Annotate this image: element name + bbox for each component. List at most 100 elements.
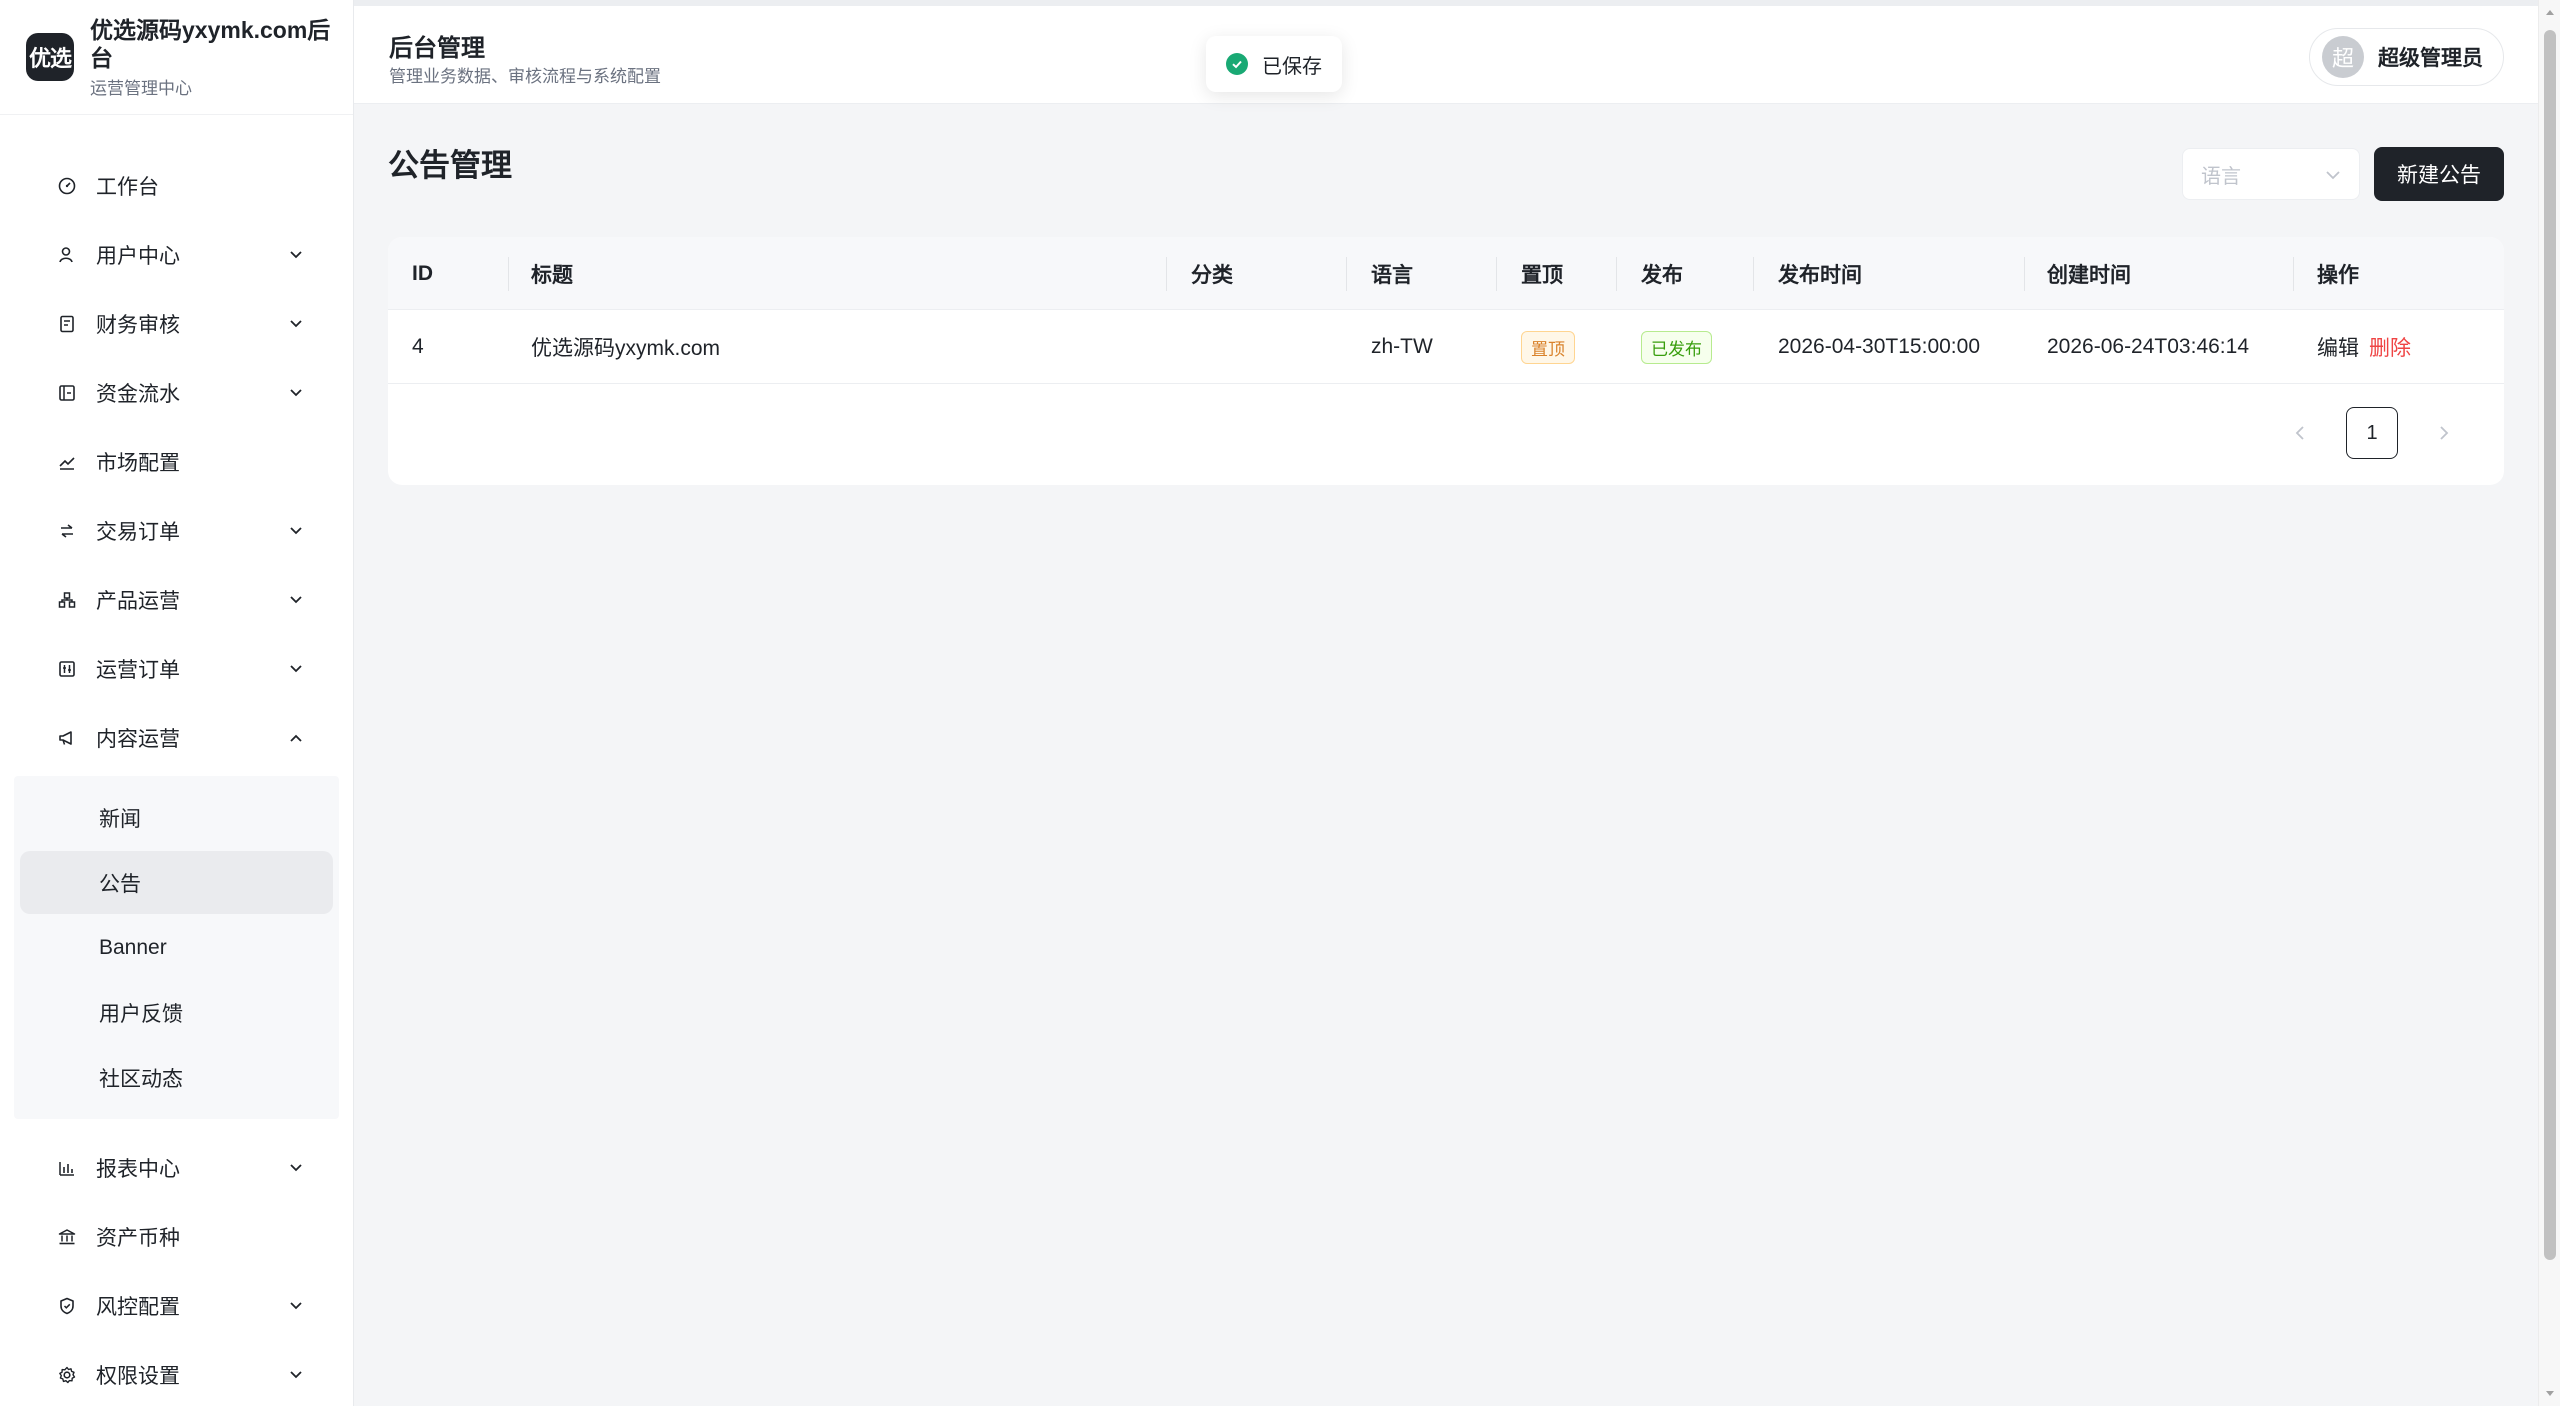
column-divider	[1753, 257, 1754, 291]
wallet-icon	[56, 382, 78, 404]
cell-publish-time: 2026-04-30T15:00:00	[1778, 335, 1980, 358]
sidebar-item-permissions[interactable]: 权限设置	[0, 1340, 353, 1406]
column-header-pinned: 置顶	[1521, 263, 1563, 287]
column-divider	[508, 257, 509, 291]
bar-chart-icon	[56, 1157, 78, 1179]
column-header-category: 分类	[1191, 263, 1233, 287]
language-select-placeholder: 语言	[2201, 165, 2241, 188]
sidebar-item-market-config[interactable]: 市场配置	[0, 427, 353, 496]
content-ops-submenu: 新闻 公告 Banner 用户反馈 社区动态	[14, 776, 339, 1119]
sidebar-item-label: 风控配置	[96, 1295, 180, 1319]
finance-icon	[56, 313, 78, 335]
avatar: 超	[2322, 36, 2364, 78]
sidebar-item-label: 用户中心	[96, 244, 180, 268]
chevron-down-icon	[287, 660, 305, 678]
check-circle-icon	[1226, 53, 1248, 75]
brand-logo: 优选	[26, 33, 74, 81]
sidebar-item-ops-orders[interactable]: 运营订单	[0, 634, 353, 703]
chevron-down-icon	[287, 1159, 305, 1177]
user-menu[interactable]: 超 超级管理员	[2309, 28, 2504, 86]
cell-created-time: 2026-06-24T03:46:14	[2047, 335, 2249, 358]
sidebar-item-reports[interactable]: 报表中心	[0, 1133, 353, 1202]
org-icon	[56, 589, 78, 611]
sidebar-item-fund-flow[interactable]: 资金流水	[0, 358, 353, 427]
chevron-down-icon	[287, 1366, 305, 1384]
shield-icon	[56, 1295, 78, 1317]
sidebar-item-risk-config[interactable]: 风控配置	[0, 1271, 353, 1340]
chevron-down-icon	[287, 384, 305, 402]
brand-subtitle: 运营管理中心	[90, 78, 192, 98]
prev-page-button[interactable]	[2280, 413, 2320, 453]
chevron-up-icon	[287, 729, 305, 747]
sidebar-item-label: 运营订单	[96, 658, 180, 682]
sidebar-item-user-center[interactable]: 用户中心	[0, 220, 353, 289]
page-number-button[interactable]: 1	[2346, 407, 2398, 459]
sidebar-item-label: 资金流水	[96, 382, 180, 406]
sidebar-item-label: 报表中心	[96, 1157, 180, 1181]
sidebar-item-label: 内容运营	[96, 727, 180, 751]
column-divider	[1166, 257, 1167, 291]
sidebar-subitem-announcements[interactable]: 公告	[20, 851, 333, 914]
sidebar-item-assets[interactable]: 资产币种	[0, 1202, 353, 1271]
sidebar-item-label: 资产币种	[96, 1226, 180, 1250]
ops-order-icon	[56, 658, 78, 680]
sidebar-item-finance-review[interactable]: 财务审核	[0, 289, 353, 358]
column-header-created-time: 创建时间	[2047, 263, 2131, 287]
announcements-table-card: ID 标题 分类 语言 置顶 发布 发布时间 创建时间 操作 4 优选源码yxy…	[388, 237, 2504, 485]
saved-toast: 已保存	[1206, 36, 1342, 92]
column-divider	[2293, 257, 2294, 291]
scroll-up-icon[interactable]	[2544, 6, 2556, 18]
vertical-scrollbar[interactable]	[2538, 0, 2560, 1406]
sidebar-item-label: 财务审核	[96, 313, 180, 337]
sidebar-menu: 工作台 用户中心 财务审核 资金流水 市场配置 交易订单 产品运营 运营订单 内…	[0, 115, 353, 1406]
sidebar-item-content-ops[interactable]: 内容运营	[0, 703, 353, 772]
sidebar-item-label: 交易订单	[96, 520, 180, 544]
sidebar-subitem-feedback[interactable]: 用户反馈	[20, 981, 333, 1044]
language-select[interactable]: 语言	[2182, 148, 2360, 200]
sidebar-item-product-ops[interactable]: 产品运营	[0, 565, 353, 634]
swap-icon	[56, 520, 78, 542]
chevron-down-icon	[287, 246, 305, 264]
scrollbar-thumb[interactable]	[2544, 30, 2556, 1260]
user-icon	[56, 244, 78, 266]
brand-name: 优选源码yxymk.com后台	[90, 16, 331, 71]
cell-title: 优选源码yxymk.com	[531, 337, 720, 360]
next-page-button[interactable]	[2424, 413, 2464, 453]
column-header-id: ID	[412, 261, 433, 285]
chevron-down-icon	[287, 522, 305, 540]
chevron-left-icon	[2295, 426, 2304, 440]
column-divider	[2024, 257, 2025, 291]
scroll-down-icon[interactable]	[2544, 1388, 2556, 1400]
sidebar-subitem-community[interactable]: 社区动态	[20, 1046, 333, 1109]
cell-actions: 编辑 删除	[2317, 310, 2411, 384]
chevron-down-icon	[287, 591, 305, 609]
sidebar-subitem-news[interactable]: 新闻	[20, 786, 333, 849]
chevron-right-icon	[2440, 426, 2449, 440]
published-badge: 已发布	[1641, 330, 1712, 364]
table-header: ID 标题 分类 语言 置顶 发布 发布时间 创建时间 操作	[388, 237, 2504, 310]
column-header-published: 发布	[1641, 263, 1683, 287]
sidebar-subitem-banner[interactable]: Banner	[20, 916, 333, 979]
new-announcement-button[interactable]: 新建公告	[2374, 147, 2504, 201]
header-subtitle: 管理业务数据、审核流程与系统配置	[389, 67, 661, 86]
column-header-publish-time: 发布时间	[1778, 263, 1862, 287]
toast-message: 已保存	[1262, 55, 1322, 78]
megaphone-icon	[56, 727, 78, 749]
sidebar: 优选 优选源码yxymk.com后台 运营管理中心 工作台 用户中心 财务审核	[0, 0, 354, 1406]
bank-icon	[56, 1226, 78, 1248]
column-divider	[1496, 257, 1497, 291]
gear-icon	[56, 1364, 78, 1386]
pinned-badge: 置顶	[1521, 330, 1575, 364]
edit-link[interactable]: 编辑	[2317, 332, 2359, 362]
sidebar-item-trade-orders[interactable]: 交易订单	[0, 496, 353, 565]
column-header-actions: 操作	[2317, 263, 2359, 287]
sidebar-item-workbench[interactable]: 工作台	[0, 151, 353, 220]
table-row: 4 优选源码yxymk.com zh-TW 置顶 已发布 2026-04-30T…	[388, 310, 2504, 384]
chevron-down-icon	[287, 315, 305, 333]
page-title: 公告管理	[388, 148, 512, 183]
chevron-down-icon	[2325, 163, 2341, 186]
chart-line-icon	[56, 451, 78, 473]
header-title: 后台管理	[389, 35, 485, 62]
delete-link[interactable]: 删除	[2369, 332, 2411, 362]
brand: 优选 优选源码yxymk.com后台 运营管理中心	[0, 0, 353, 115]
